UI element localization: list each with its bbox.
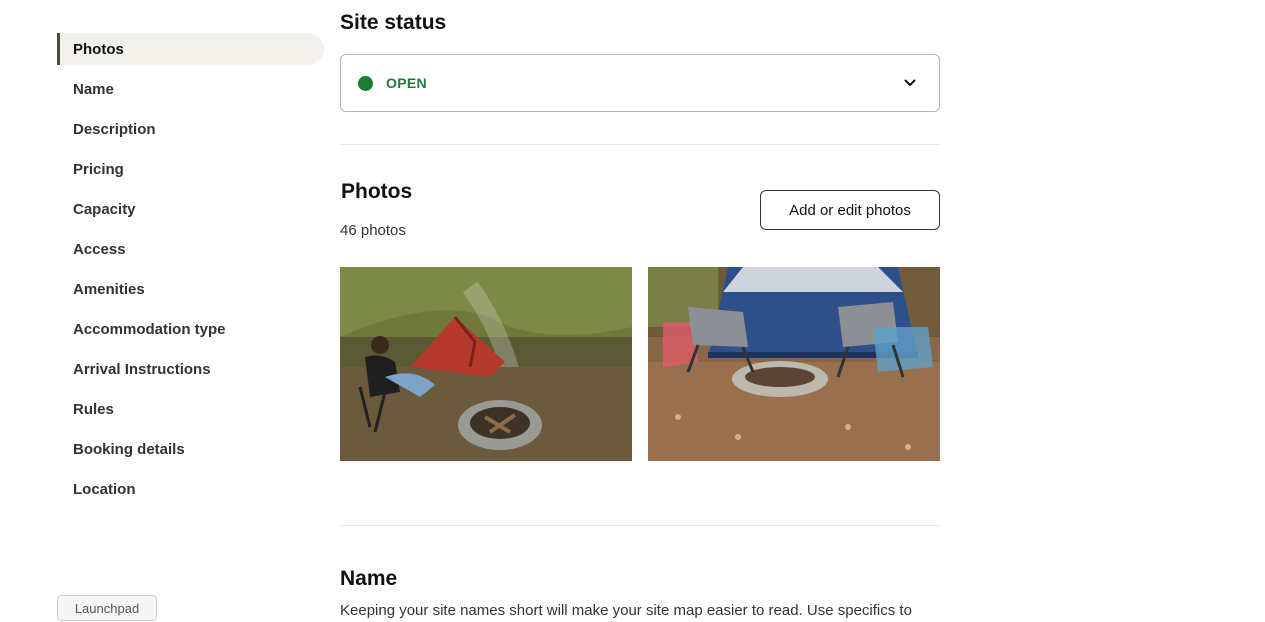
sidebar-item-name[interactable]: Name [57,73,324,105]
sidebar-item-arrival-instructions[interactable]: Arrival Instructions [57,353,324,385]
sidebar-item-location[interactable]: Location [57,473,324,505]
sidebar-item-photos[interactable]: Photos [57,33,324,65]
sidebar-item-rules[interactable]: Rules [57,393,324,425]
photo-thumbnail[interactable] [648,267,940,461]
name-section-description: Keeping your site names short will make … [340,602,912,619]
sidebar-item-amenities[interactable]: Amenities [57,273,324,305]
sidebar-item-booking-details[interactable]: Booking details [57,433,324,465]
sidebar-item-access[interactable]: Access [57,233,324,265]
divider [340,144,940,145]
status-dot-icon [358,75,373,91]
launchpad-button[interactable]: Launchpad [57,595,157,621]
site-status-title: Site status [340,11,447,34]
page: Photos Name Description Pricing Capacity… [0,0,1265,622]
sidebar-item-capacity[interactable]: Capacity [57,193,324,225]
status-value: OPEN [386,75,427,91]
sidebar-item-pricing[interactable]: Pricing [57,153,324,185]
divider [340,525,940,526]
photo-thumbnail[interactable] [340,267,632,461]
photos-count: 46 photos [340,222,406,239]
add-edit-photos-button[interactable]: Add or edit photos [760,190,940,230]
photos-title: Photos [341,180,413,203]
sidebar-item-accommodation-type[interactable]: Accommodation type [57,313,324,345]
chevron-down-icon [901,74,919,92]
site-status-select[interactable]: OPEN [340,54,940,112]
sidebar-nav: Photos Name Description Pricing Capacity… [57,33,324,513]
sidebar-item-description[interactable]: Description [57,113,324,145]
name-section-title: Name [340,567,398,590]
